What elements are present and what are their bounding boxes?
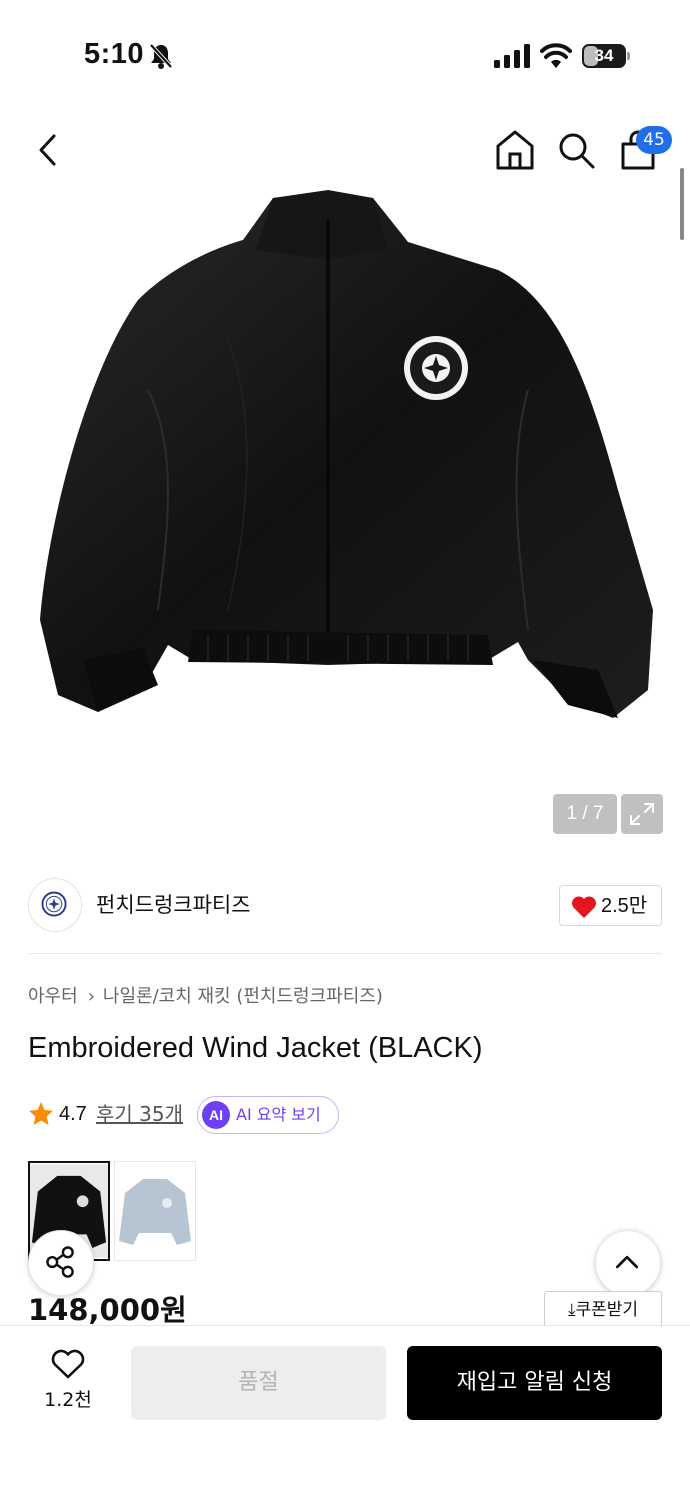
expand-image-button[interactable]: [621, 794, 663, 834]
breadcrumb-subcategory[interactable]: 나일론/코치 재킷 (펀치드렁크파티즈): [103, 986, 383, 1007]
brand-logo[interactable]: [28, 878, 82, 932]
image-pager: 1 / 7: [553, 794, 617, 834]
ai-summary-label: AI 요약 보기: [236, 1105, 321, 1124]
coupon-label: 쿠폰받기: [575, 1300, 639, 1320]
share-button[interactable]: [28, 1230, 94, 1296]
product-image[interactable]: [28, 190, 660, 730]
brand-emblem-icon: [41, 891, 67, 917]
jacket-thumbnail-grey: [115, 1163, 195, 1259]
status-bar: 5:10 34: [0, 0, 690, 110]
breadcrumb: 아우터 › 나일론/코치 재킷 (펀치드렁크파티즈): [28, 984, 383, 1010]
signal-icon: [494, 44, 530, 68]
bell-slash-icon: [149, 43, 173, 69]
breadcrumb-category[interactable]: 아우터: [28, 986, 78, 1007]
share-icon: [46, 1246, 74, 1278]
variant-swatch-grey[interactable]: [114, 1161, 196, 1261]
status-time: 5:10: [84, 38, 145, 70]
brand-like-button[interactable]: 2.5만: [559, 885, 662, 926]
star-icon: [29, 1102, 53, 1125]
review-count-link[interactable]: 후기 35개: [96, 1100, 183, 1128]
product-title: Embroidered Wind Jacket (BLACK): [28, 1032, 483, 1064]
battery-icon: 34: [582, 44, 630, 68]
scroll-to-top-button[interactable]: [595, 1230, 661, 1296]
rating-value: 4.7: [59, 1103, 87, 1125]
ai-badge-icon: AI: [202, 1101, 230, 1129]
search-icon[interactable]: [556, 130, 596, 170]
back-icon[interactable]: [32, 130, 66, 170]
soldout-button[interactable]: 품절: [131, 1346, 386, 1420]
brand-name[interactable]: 펀치드렁크파티즈: [96, 890, 251, 920]
cart-count-badge: 45: [636, 126, 672, 154]
divider: [28, 953, 662, 954]
chevron-right-icon: ›: [87, 986, 95, 1007]
home-icon[interactable]: [494, 128, 536, 172]
ai-summary-button[interactable]: AI AI 요약 보기: [197, 1096, 339, 1134]
wish-count: 1.2천: [44, 1389, 92, 1411]
chevron-up-icon: [615, 1255, 639, 1269]
restock-alert-button[interactable]: 재입고 알림 신청: [407, 1346, 662, 1420]
coupon-button[interactable]: ⤓쿠폰받기: [544, 1291, 662, 1327]
product-price: 148,000원: [28, 1293, 187, 1324]
heart-icon: [571, 896, 597, 918]
scrollbar[interactable]: [680, 168, 684, 240]
battery-percent: 34: [594, 46, 614, 65]
heart-outline-icon[interactable]: [50, 1348, 86, 1380]
expand-icon: [630, 803, 654, 825]
brand-like-count: 2.5만: [601, 895, 648, 917]
wifi-icon: [540, 43, 572, 68]
